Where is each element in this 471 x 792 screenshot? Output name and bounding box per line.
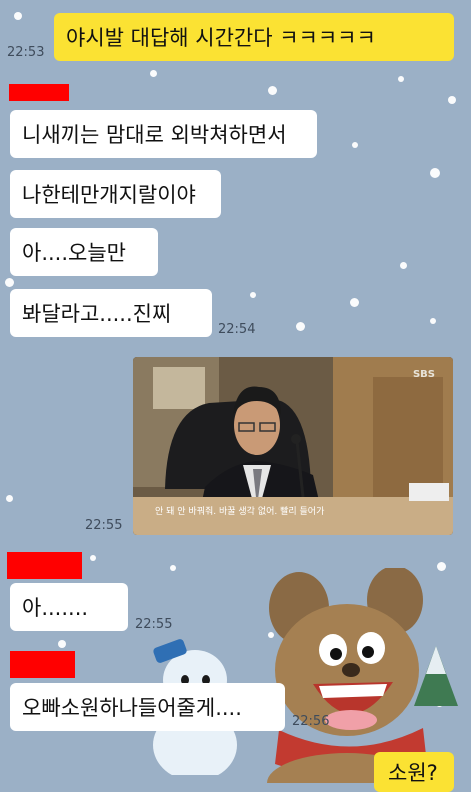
snowflake xyxy=(250,292,256,298)
snowflake xyxy=(6,495,13,502)
snowflake xyxy=(448,96,456,104)
message-time: 22:54 xyxy=(218,322,256,337)
snowflake xyxy=(150,70,157,77)
snowflake xyxy=(170,565,176,571)
snowflake xyxy=(58,640,66,648)
message-time: 22:56 xyxy=(292,714,330,729)
snowflake xyxy=(400,262,407,269)
snowflake xyxy=(5,278,14,287)
message-time: 22:55 xyxy=(85,518,123,533)
snowflake xyxy=(14,12,22,20)
received-message-bubble[interactable]: 니새끼는 맘대로 외박쳐하면서 xyxy=(10,110,317,158)
snowflake xyxy=(90,555,96,561)
received-message-bubble[interactable]: 아....... xyxy=(10,583,128,631)
video-thumbnail[interactable]: SBS 안 돼 안 바꿔줘. 바꿀 생각 없어. 빨리 들어가 xyxy=(133,357,453,535)
video-subtitle: 안 돼 안 바꿔줘. 바꿀 생각 없어. 빨리 들어가 xyxy=(155,507,325,517)
received-message-bubble[interactable]: 봐달라고.....진찌 xyxy=(10,289,212,337)
sender-name-redacted xyxy=(10,651,75,678)
received-message-bubble[interactable]: 아....오늘만 xyxy=(10,228,158,276)
sender-name-redacted xyxy=(7,552,82,579)
tree-image xyxy=(414,646,458,706)
received-message-bubble[interactable]: 오빠소원하나들어줄게.... xyxy=(10,683,285,731)
snowflake xyxy=(268,86,277,95)
snowflake xyxy=(350,298,359,307)
snowflake xyxy=(430,318,436,324)
snowflake xyxy=(430,168,440,178)
snowflake xyxy=(398,76,404,82)
snowflake xyxy=(296,322,305,331)
sender-name-redacted xyxy=(9,84,69,101)
received-message-bubble[interactable]: 나한테만개지랄이야 xyxy=(10,170,221,218)
snowflake xyxy=(352,142,358,148)
sent-message-bubble[interactable]: 야시발 대답해 시간간다 ㅋㅋㅋㅋㅋ xyxy=(54,13,454,61)
message-time: 22:53 xyxy=(7,45,45,60)
sent-message-bubble[interactable]: 소원? xyxy=(374,752,454,792)
channel-logo: SBS xyxy=(412,369,435,380)
message-time: 22:55 xyxy=(135,617,173,632)
